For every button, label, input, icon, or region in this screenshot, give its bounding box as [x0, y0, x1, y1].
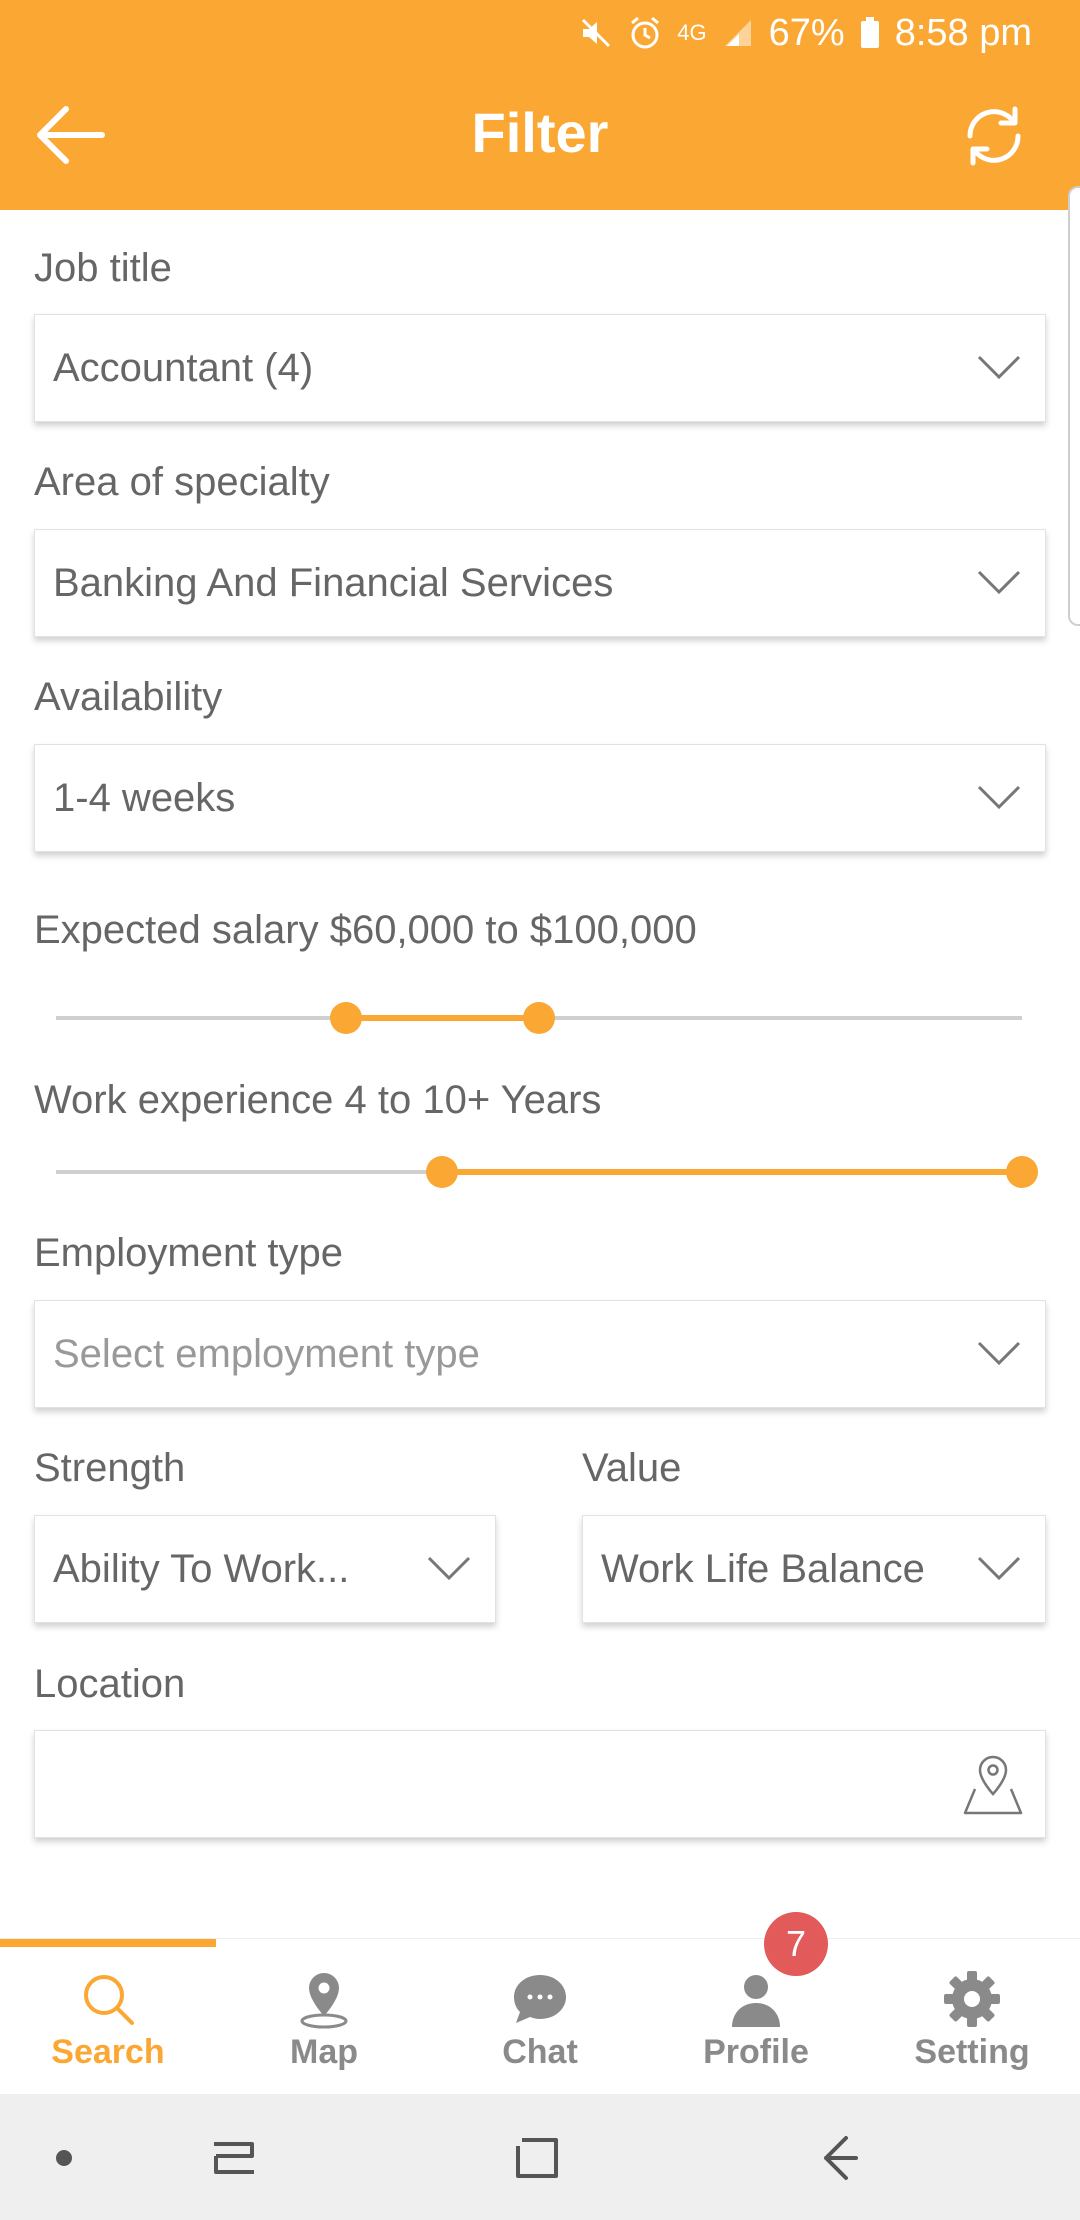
nav-map[interactable]: Map — [216, 1939, 432, 2095]
page-title: Filter — [471, 101, 609, 164]
alarm-icon — [631, 16, 660, 49]
experience-range-slider[interactable] — [56, 1152, 1038, 1192]
nav-chat[interactable]: Chat — [432, 1939, 648, 2095]
chevron-down-icon — [977, 570, 1021, 595]
nav-chat-label: Chat — [502, 2033, 578, 2071]
strength-label: Strength — [34, 1446, 186, 1490]
strength-dropdown[interactable]: Ability To Work... — [34, 1515, 496, 1623]
work-experience-label: Work experience 4 to 10+ Years — [34, 1078, 602, 1122]
nav-profile[interactable]: Profile — [648, 1939, 864, 2095]
chat-bubble-icon — [514, 1975, 566, 2023]
back-icon[interactable] — [812, 2130, 868, 2186]
chevron-down-icon — [977, 1341, 1021, 1366]
value-dropdown[interactable]: Work Life Balance — [582, 1515, 1046, 1623]
employment-type-dropdown[interactable]: Select employment type — [34, 1300, 1046, 1408]
battery-percent: 67% — [768, 11, 845, 54]
system-navigation-bar — [0, 2094, 1080, 2220]
availability-dropdown[interactable]: 1-4 weeks — [34, 744, 1046, 852]
location-input[interactable] — [34, 1730, 1046, 1838]
nav-setting-label: Setting — [914, 2033, 1030, 2071]
availability-value: 1-4 weeks — [53, 775, 236, 820]
salary-range-slider[interactable] — [56, 998, 1022, 1038]
expected-salary-label: Expected salary $60,000 to $100,000 — [34, 908, 697, 952]
app-header: 4G 67% 8:58 pm Filter — [0, 0, 1080, 210]
availability-label: Availability — [34, 675, 223, 719]
gear-icon — [944, 1971, 1000, 2027]
scroll-edge — [1068, 186, 1080, 626]
battery-icon — [860, 17, 879, 48]
nav-map-label: Map — [290, 2033, 358, 2071]
slider-max-handle[interactable] — [1006, 1156, 1038, 1188]
chevron-down-icon — [977, 1556, 1021, 1581]
bottom-navigation: Search Map Chat Profile Setting — [0, 1938, 1080, 2094]
slider-min-handle[interactable] — [329, 1002, 362, 1034]
map-pin-icon — [300, 1973, 348, 2029]
map-location-icon[interactable] — [961, 1751, 1025, 1817]
nav-search[interactable]: Search — [0, 1939, 216, 2095]
person-icon — [732, 1975, 780, 2027]
clock: 8:58 pm — [894, 11, 1032, 54]
chevron-down-icon — [977, 785, 1021, 810]
value-value: Work Life Balance — [601, 1546, 925, 1591]
area-of-specialty-dropdown[interactable]: Banking And Financial Services — [34, 529, 1046, 637]
area-of-specialty-value: Banking And Financial Services — [53, 560, 614, 605]
slider-min-handle[interactable] — [426, 1156, 459, 1188]
job-title-dropdown[interactable]: Accountant (4) — [34, 314, 1046, 422]
network-indicator: 4G — [677, 20, 707, 45]
job-title-label: Job title — [34, 246, 172, 290]
employment-type-label: Employment type — [34, 1231, 344, 1275]
employment-type-placeholder: Select employment type — [53, 1331, 480, 1376]
slider-max-handle[interactable] — [523, 1002, 555, 1034]
strength-value: Ability To Work... — [53, 1546, 350, 1591]
dot-icon[interactable] — [52, 2130, 76, 2186]
chevron-down-icon — [427, 1556, 471, 1581]
job-title-value: Accountant (4) — [53, 345, 314, 390]
nav-search-label: Search — [51, 2033, 165, 2071]
area-of-specialty-label: Area of specialty — [34, 460, 330, 504]
mute-icon — [582, 18, 611, 48]
chevron-down-icon — [977, 355, 1021, 380]
home-square-icon[interactable] — [510, 2130, 566, 2186]
location-label: Location — [34, 1662, 186, 1706]
slider-range-fill — [442, 1169, 1022, 1175]
recent-apps-icon[interactable] — [206, 2130, 262, 2186]
refresh-icon[interactable] — [958, 100, 1030, 172]
status-bar: 4G 67% 8:58 pm — [579, 0, 1032, 66]
nav-setting[interactable]: Setting — [864, 1939, 1080, 2095]
search-icon — [84, 1975, 134, 2025]
signal-icon — [724, 20, 751, 46]
value-label: Value — [582, 1446, 682, 1490]
slider-range-fill — [345, 1015, 539, 1021]
profile-notification-badge: 7 — [764, 1912, 828, 1976]
nav-profile-label: Profile — [703, 2033, 809, 2071]
